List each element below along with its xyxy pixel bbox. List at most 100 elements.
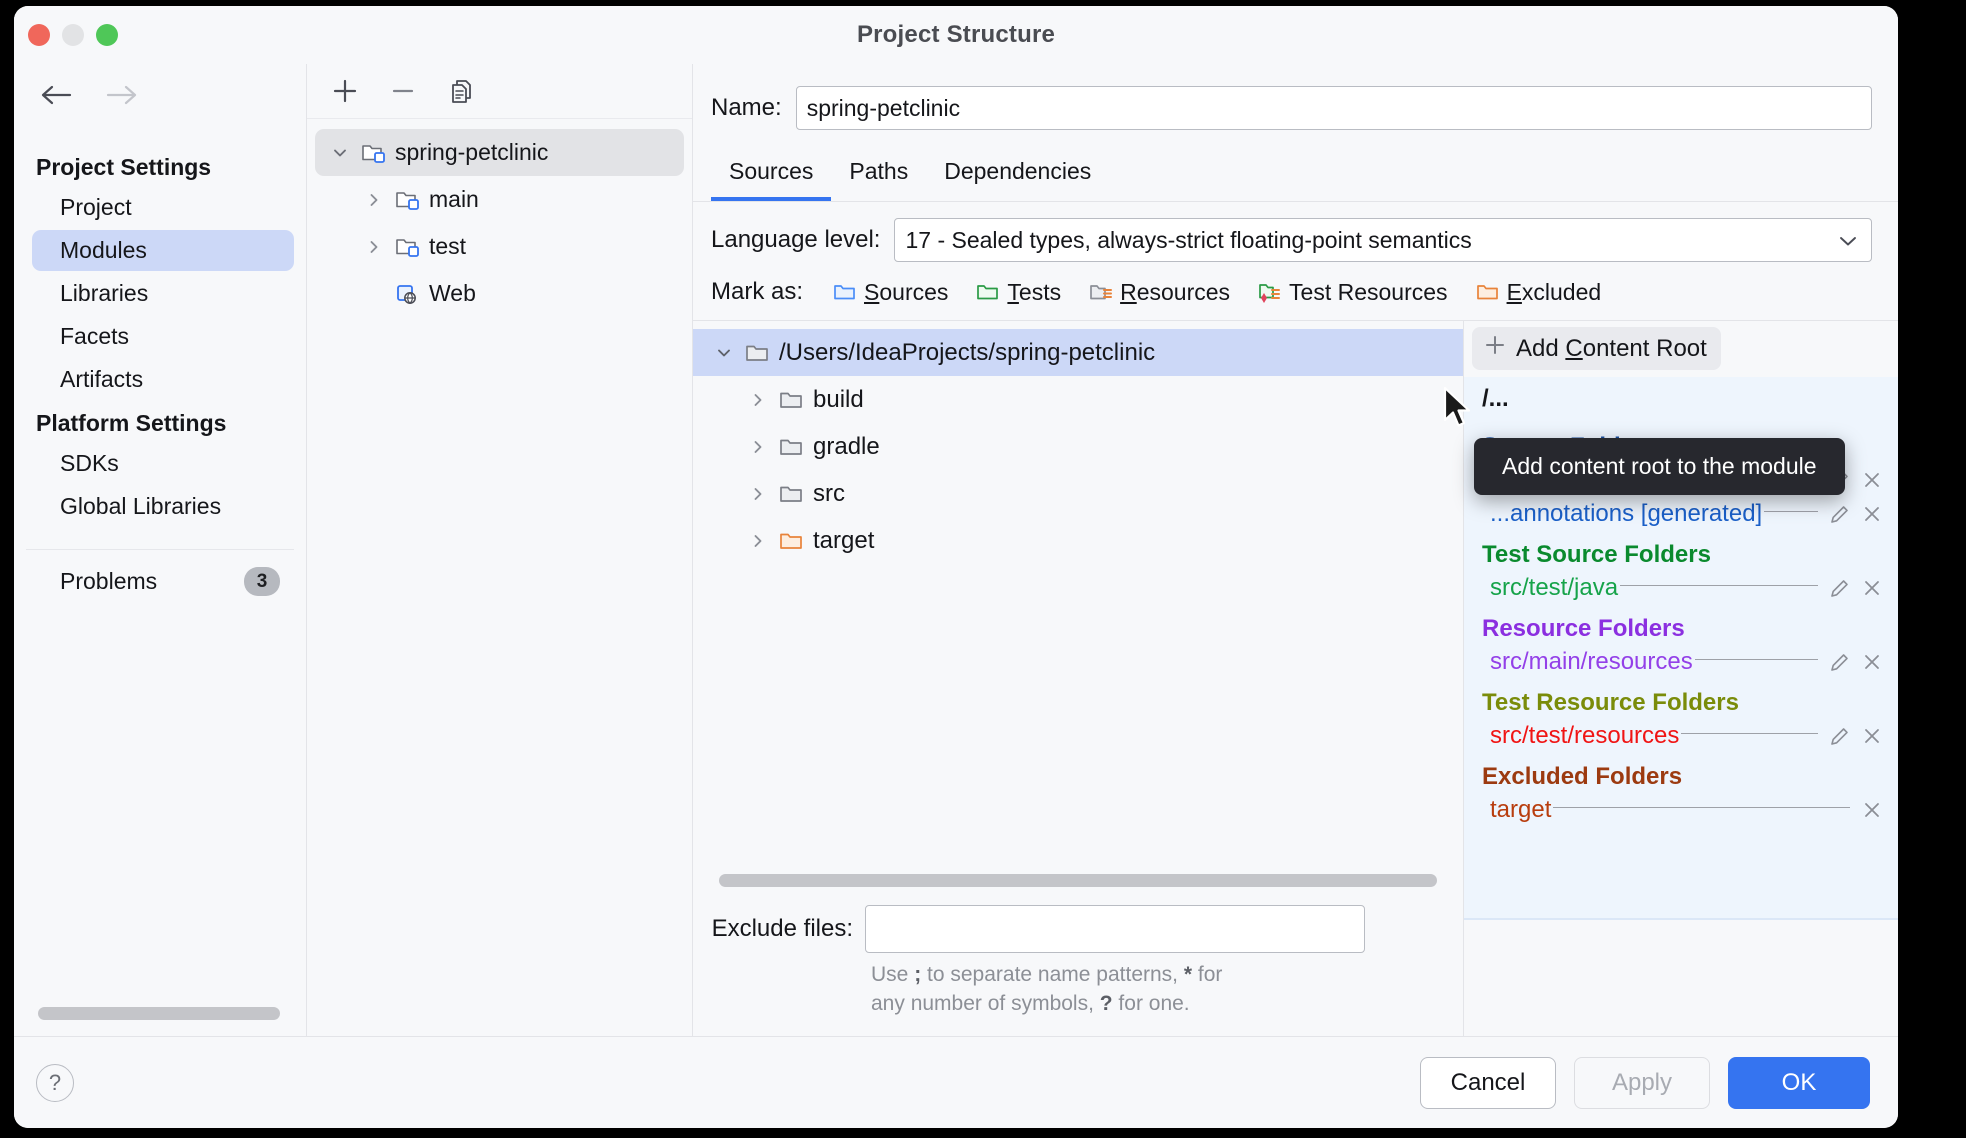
arrow-right-icon[interactable]	[104, 82, 138, 108]
content-root-node-src[interactable]: src	[693, 470, 1463, 517]
chevron-down-icon[interactable]	[323, 143, 357, 163]
language-level-select[interactable]: 17 - Sealed types, always-strict floatin…	[894, 218, 1872, 262]
sidebar-horizontal-scrollbar[interactable]	[38, 1007, 280, 1020]
module-name-input[interactable]: spring-petclinic	[796, 86, 1872, 130]
apply-button[interactable]: Apply	[1574, 1057, 1710, 1109]
language-level-row: Language level: 17 - Sealed types, alway…	[693, 202, 1898, 262]
chevron-right-icon[interactable]	[741, 531, 775, 551]
dialog-buttons: Cancel Apply OK	[1420, 1057, 1870, 1109]
exclude-files-row: Exclude files:	[693, 899, 1463, 953]
folder-entry[interactable]: target	[1464, 793, 1898, 827]
chevron-right-icon[interactable]	[357, 190, 391, 210]
sidebar-item-problems[interactable]: Problems 3	[32, 560, 288, 603]
mark-tests-mnemonic: T	[1007, 279, 1019, 305]
folder-underline	[1764, 511, 1818, 512]
resources-folder-icon	[1087, 279, 1115, 305]
chevron-down-icon[interactable]	[1837, 227, 1859, 254]
language-level-value: 17 - Sealed types, always-strict floatin…	[905, 227, 1471, 254]
chevron-right-icon[interactable]	[741, 390, 775, 410]
content-root-details-panel: Add Content Root /... Source Folders src…	[1464, 321, 1898, 1036]
edit-icon[interactable]	[1824, 502, 1856, 526]
chevron-right-icon[interactable]	[741, 437, 775, 457]
sidebar-group-platform-settings: Platform Settings	[14, 406, 306, 441]
folder-underline	[1681, 733, 1818, 734]
module-tree-node-web[interactable]: Web	[315, 270, 684, 317]
tab-paths[interactable]: Paths	[831, 152, 926, 201]
tests-folder-icon	[974, 279, 1002, 305]
group-title-test-source-folders: Test Source Folders	[1464, 531, 1898, 571]
remove-icon[interactable]	[387, 75, 419, 107]
folder-entry[interactable]: ...annotations [generated]	[1464, 497, 1898, 531]
mark-as-sources-button[interactable]: Sources	[831, 279, 948, 306]
mark-as-excluded-button[interactable]: Excluded	[1474, 279, 1602, 306]
remove-icon[interactable]	[1856, 468, 1888, 492]
sidebar-item-artifacts[interactable]: Artifacts	[32, 359, 294, 400]
module-folder-icon	[391, 188, 425, 212]
module-tree-node-label: spring-petclinic	[395, 139, 548, 166]
sidebar-item-facets[interactable]: Facets	[32, 316, 294, 357]
content-root-node-gradle[interactable]: gradle	[693, 423, 1463, 470]
content-root-horizontal-scrollbar[interactable]	[719, 874, 1437, 887]
remove-icon[interactable]	[1856, 798, 1888, 822]
folder-entry[interactable]: src/test/resources	[1464, 719, 1898, 753]
module-tree-node-label: Web	[429, 280, 476, 307]
remove-icon[interactable]	[1856, 650, 1888, 674]
mark-sources-mnemonic: S	[864, 279, 879, 305]
content-root-node-root[interactable]: /Users/IdeaProjects/spring-petclinic	[693, 329, 1463, 376]
web-facet-icon	[391, 282, 425, 306]
cancel-button[interactable]: Cancel	[1420, 1057, 1556, 1109]
tab-sources[interactable]: Sources	[711, 152, 831, 201]
folder-entry[interactable]: src/test/java	[1464, 571, 1898, 605]
tab-dependencies[interactable]: Dependencies	[926, 152, 1109, 201]
mark-sources-label: ources	[879, 279, 948, 305]
folder-underline	[1620, 585, 1818, 586]
add-content-root-button[interactable]: Add Content Root	[1472, 327, 1721, 370]
sidebar-item-libraries[interactable]: Libraries	[32, 273, 294, 314]
window-title: Project Structure	[14, 21, 1898, 49]
edit-icon[interactable]	[1824, 650, 1856, 674]
folder-entry[interactable]: src/main/resources	[1464, 645, 1898, 679]
remove-icon[interactable]	[1856, 724, 1888, 748]
hint-text-d: any number of symbols,	[871, 992, 1100, 1015]
module-tree-node-main[interactable]: main	[315, 176, 684, 223]
add-content-root-bar: Add Content Root	[1464, 321, 1898, 377]
help-button[interactable]: ?	[36, 1064, 74, 1102]
content-root-node-target[interactable]: target	[693, 517, 1463, 564]
folder-icon	[775, 388, 809, 412]
folder-path: target	[1490, 796, 1551, 824]
mark-as-resources-button[interactable]: Resources	[1087, 279, 1230, 306]
folder-path: src/test/java	[1490, 574, 1618, 602]
chevron-down-icon[interactable]	[707, 343, 741, 363]
name-label: Name:	[711, 94, 782, 122]
sidebar-item-modules[interactable]: Modules	[32, 230, 294, 271]
mark-as-tests-button[interactable]: Tests	[974, 279, 1061, 306]
mark-as-test-resources-button[interactable]: Test Resources	[1256, 279, 1448, 306]
mouse-cursor-icon	[1442, 386, 1476, 437]
chevron-right-icon[interactable]	[741, 484, 775, 504]
folder-icon	[775, 482, 809, 506]
exclude-files-input[interactable]	[865, 905, 1365, 953]
sidebar-item-sdks[interactable]: SDKs	[32, 443, 294, 484]
add-icon[interactable]	[329, 75, 361, 107]
content-root-path-truncated: /...	[1464, 381, 1898, 423]
content-root-node-build[interactable]: build	[693, 376, 1463, 423]
remove-icon[interactable]	[1856, 576, 1888, 600]
module-folder-icon	[357, 141, 391, 165]
module-tree-node-spring-petclinic[interactable]: spring-petclinic	[315, 129, 684, 176]
chevron-right-icon[interactable]	[357, 237, 391, 257]
sidebar-item-global-libraries[interactable]: Global Libraries	[32, 486, 294, 527]
copy-icon[interactable]	[445, 75, 477, 107]
arrow-left-icon[interactable]	[40, 82, 74, 108]
sidebar-item-project[interactable]: Project	[32, 187, 294, 228]
excluded-folder-icon	[775, 529, 809, 553]
mark-resources-label: esources	[1137, 279, 1230, 305]
module-tree-node-test[interactable]: test	[315, 223, 684, 270]
exclude-files-hint: Use ; to separate name patterns, * for a…	[693, 953, 1463, 1036]
remove-icon[interactable]	[1856, 502, 1888, 526]
settings-sidebar: Project Settings Project Modules Librari…	[14, 64, 307, 1036]
edit-icon[interactable]	[1824, 576, 1856, 600]
edit-icon[interactable]	[1824, 724, 1856, 748]
sources-folder-icon	[831, 279, 859, 305]
folder-underline	[1695, 659, 1818, 660]
ok-button[interactable]: OK	[1728, 1057, 1870, 1109]
